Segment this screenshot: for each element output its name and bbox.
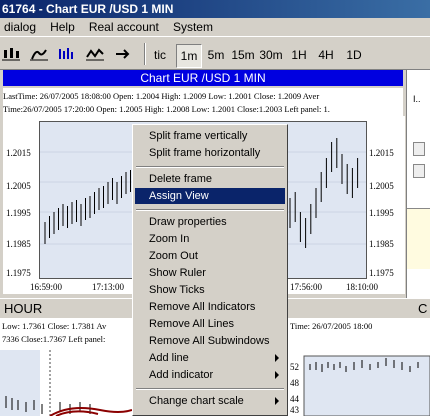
timeframe-15m[interactable]: 15m bbox=[231, 44, 255, 66]
subchart-right[interactable] bbox=[288, 350, 430, 416]
window-title: 61764 - Chart EUR /USD 1 MIN bbox=[0, 0, 430, 18]
x-tick: 17:56:00 bbox=[290, 282, 323, 292]
x-tick: 16:59:00 bbox=[30, 282, 63, 292]
lower-right-y-tick: 52 bbox=[290, 362, 299, 372]
timeframe-1m[interactable]: 1m bbox=[176, 44, 202, 68]
menu-real-account[interactable]: Real account bbox=[85, 18, 166, 34]
candles-icon[interactable] bbox=[2, 47, 20, 61]
menu-dialog[interactable]: dialog bbox=[0, 18, 43, 34]
menu-item-add-line[interactable]: Add line bbox=[135, 350, 285, 366]
menu-bar: dialog Help Real account System bbox=[0, 18, 430, 37]
submenu-arrow-icon bbox=[275, 371, 279, 379]
y-tick-right: 1.1985 bbox=[369, 239, 394, 249]
menu-separator bbox=[136, 166, 284, 168]
side-panel: I.. bbox=[406, 70, 430, 300]
y-tick-left: 1.2015 bbox=[6, 148, 31, 158]
document-icon[interactable] bbox=[413, 142, 425, 156]
hour-chart[interactable] bbox=[0, 350, 132, 416]
menu-item-remove-lines[interactable]: Remove All Lines bbox=[135, 316, 285, 332]
timeframe-5m[interactable]: 5m bbox=[205, 44, 227, 66]
timeframe-1h[interactable]: 1H bbox=[288, 44, 310, 66]
y-tick-left: 1.1975 bbox=[6, 268, 31, 278]
chart-title: Chart EUR /USD 1 MIN bbox=[3, 70, 403, 86]
document-icon[interactable] bbox=[413, 164, 425, 178]
y-tick-left: 1.2005 bbox=[6, 181, 31, 191]
indicator-icon[interactable] bbox=[86, 47, 104, 61]
submenu-arrow-icon bbox=[275, 354, 279, 362]
y-tick-right: 1.2005 bbox=[369, 181, 394, 191]
context-menu: Split frame vertically Split frame horiz… bbox=[132, 124, 288, 416]
chart-info-time: Time:26/07/2005 17:20:00 Open: 1.2005 Hi… bbox=[3, 104, 330, 114]
x-tick: 17:13:00 bbox=[92, 282, 125, 292]
side-panel-footer bbox=[407, 208, 430, 269]
lower-right-y-tick: 44 bbox=[290, 394, 299, 404]
menu-item-split-horizontally[interactable]: Split frame horizontally bbox=[135, 145, 285, 161]
menu-system[interactable]: System bbox=[169, 18, 220, 34]
menu-separator bbox=[136, 209, 284, 211]
menu-item-zoom-in[interactable]: Zoom In bbox=[135, 231, 285, 247]
line-chart-icon[interactable] bbox=[58, 47, 76, 61]
submenu-arrow-icon bbox=[275, 397, 279, 405]
lower-left-info: Low: 1.7361 Close: 1.7381 Av bbox=[2, 321, 107, 331]
menu-item-split-vertically[interactable]: Split frame vertically bbox=[135, 128, 285, 144]
menu-separator bbox=[136, 388, 284, 390]
timeframe-30m[interactable]: 30m bbox=[259, 44, 283, 66]
toolbar: tic 1m 5m 15m 30m 1H 4H 1D bbox=[0, 37, 430, 70]
chart-info-last: LastTime: 26/07/2005 18:08:00 Open: 1.20… bbox=[3, 91, 320, 101]
timeframe-4h[interactable]: 4H bbox=[315, 44, 337, 66]
x-tick: 18:10:00 bbox=[346, 282, 379, 292]
y-tick-right: 1.1995 bbox=[369, 208, 394, 218]
lower-right-y-tick: 48 bbox=[290, 378, 299, 388]
menu-item-draw-properties[interactable]: Draw properties bbox=[135, 214, 285, 230]
menu-item-add-indicator[interactable]: Add indicator bbox=[135, 367, 285, 383]
menu-item-show-ruler[interactable]: Show Ruler bbox=[135, 265, 285, 281]
menu-item-remove-subwindows[interactable]: Remove All Subwindows bbox=[135, 333, 285, 349]
lower-right-info: Time: 26/07/2005 18:00 bbox=[290, 321, 373, 331]
menu-item-zoom-out[interactable]: Zoom Out bbox=[135, 248, 285, 264]
y-tick-right: 1.2015 bbox=[369, 148, 394, 158]
y-tick-left: 1.1985 bbox=[6, 239, 31, 249]
menu-item-label: Add line bbox=[149, 352, 189, 364]
menu-item-remove-indicators[interactable]: Remove All Indicators bbox=[135, 299, 285, 315]
bars-icon[interactable] bbox=[30, 47, 48, 61]
menu-item-assign-view[interactable]: Assign View bbox=[135, 188, 285, 204]
menu-item-label: Change chart scale bbox=[149, 395, 244, 407]
y-tick-left: 1.1995 bbox=[6, 208, 31, 218]
lower-left-info: 7336 Close:1.7367 Left panel: bbox=[2, 334, 106, 344]
lower-left-title: HOUR bbox=[4, 301, 43, 316]
timeframe-1d[interactable]: 1D bbox=[343, 44, 365, 66]
lower-right-title: C bbox=[418, 301, 428, 316]
cursor-icon[interactable] bbox=[114, 47, 132, 61]
menu-item-label: Add indicator bbox=[149, 369, 214, 381]
side-panel-label: I.. bbox=[413, 94, 421, 104]
lower-right-y-tick: 43 bbox=[290, 405, 299, 415]
y-tick-right: 1.1975 bbox=[369, 268, 394, 278]
menu-item-delete-frame[interactable]: Delete frame bbox=[135, 171, 285, 187]
menu-help[interactable]: Help bbox=[46, 18, 82, 34]
menu-item-show-ticks[interactable]: Show Ticks bbox=[135, 282, 285, 298]
timeframe-tic[interactable]: tic bbox=[150, 44, 170, 66]
menu-item-change-chart-scale[interactable]: Change chart scale bbox=[135, 393, 285, 409]
